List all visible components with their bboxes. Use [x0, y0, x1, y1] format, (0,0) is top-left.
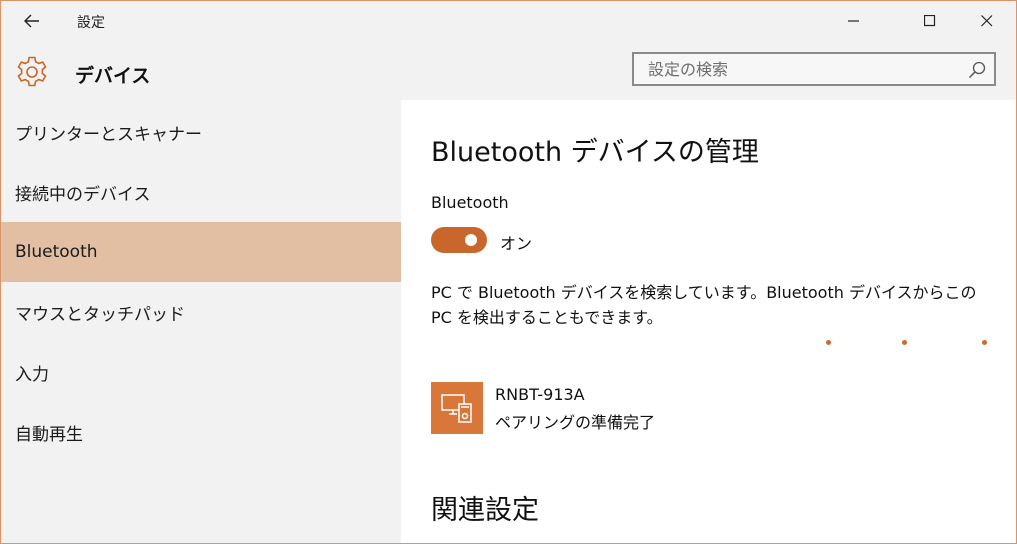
- sidebar-item-autoplay[interactable]: 自動再生: [1, 402, 401, 462]
- search-status-text: PC で Bluetooth デバイスを検索しています。Bluetooth デバ…: [431, 283, 977, 327]
- settings-window: 設定 デバイス 設定の検索 プリンターとスキャナー 接続中のデバイス Bluet…: [0, 0, 1017, 544]
- related-settings-title: 関連設定: [431, 495, 539, 526]
- sidebar-item-label: 自動再生: [15, 424, 83, 445]
- sidebar-item-mouse-touchpad[interactable]: マウスとタッチパッド: [1, 282, 401, 342]
- sidebar-item-label: Bluetooth: [15, 242, 98, 262]
- maximize-icon: [924, 15, 936, 27]
- main-content: Bluetooth デバイスの管理 Bluetooth オン PC で Blue…: [401, 100, 1016, 543]
- gear-icon: [17, 56, 47, 87]
- minimize-button[interactable]: [831, 1, 877, 41]
- device-status: ペアリングの準備完了: [495, 413, 656, 432]
- page-header: デバイス: [1, 41, 1016, 100]
- bluetooth-toggle[interactable]: [431, 227, 487, 253]
- device-list-item[interactable]: RNBT-913A ペアリングの準備完了: [431, 382, 831, 434]
- window-title: 設定: [77, 15, 105, 31]
- search-icon[interactable]: [968, 61, 986, 79]
- sidebar-item-label: マウスとタッチパッド: [15, 304, 185, 325]
- search-input[interactable]: [634, 54, 968, 84]
- devices-icon: [431, 382, 483, 434]
- title-bar: 設定: [1, 1, 1016, 41]
- sidebar-item-typing[interactable]: 入力: [1, 342, 401, 402]
- sidebar-item-bluetooth[interactable]: Bluetooth: [1, 222, 401, 282]
- progress-dot: [902, 340, 907, 345]
- sidebar-item-label: プリンターとスキャナー: [15, 124, 202, 145]
- page-title: デバイス: [75, 65, 151, 87]
- minimize-icon: [848, 20, 859, 22]
- device-name: RNBT-913A: [495, 385, 585, 404]
- close-icon: [981, 15, 993, 27]
- close-button[interactable]: [964, 1, 1010, 41]
- progress-dot: [982, 340, 987, 345]
- bluetooth-setting-label: Bluetooth: [431, 193, 509, 212]
- progress-dot: [826, 340, 831, 345]
- sidebar-item-printers-scanners[interactable]: プリンターとスキャナー: [1, 102, 401, 162]
- back-button[interactable]: [15, 7, 49, 35]
- sidebar-item-label: 入力: [15, 364, 49, 385]
- back-arrow-icon: [24, 14, 39, 28]
- search-box[interactable]: [632, 52, 996, 86]
- sidebar-item-label: 接続中のデバイス: [15, 184, 151, 205]
- toggle-knob: [465, 234, 477, 246]
- sidebar: プリンターとスキャナー 接続中のデバイス Bluetooth マウスとタッチパッ…: [1, 100, 401, 543]
- toggle-state-label: オン: [500, 234, 533, 253]
- maximize-button[interactable]: [907, 1, 953, 41]
- sidebar-item-connected-devices[interactable]: 接続中のデバイス: [1, 162, 401, 222]
- section-title: Bluetooth デバイスの管理: [431, 137, 759, 168]
